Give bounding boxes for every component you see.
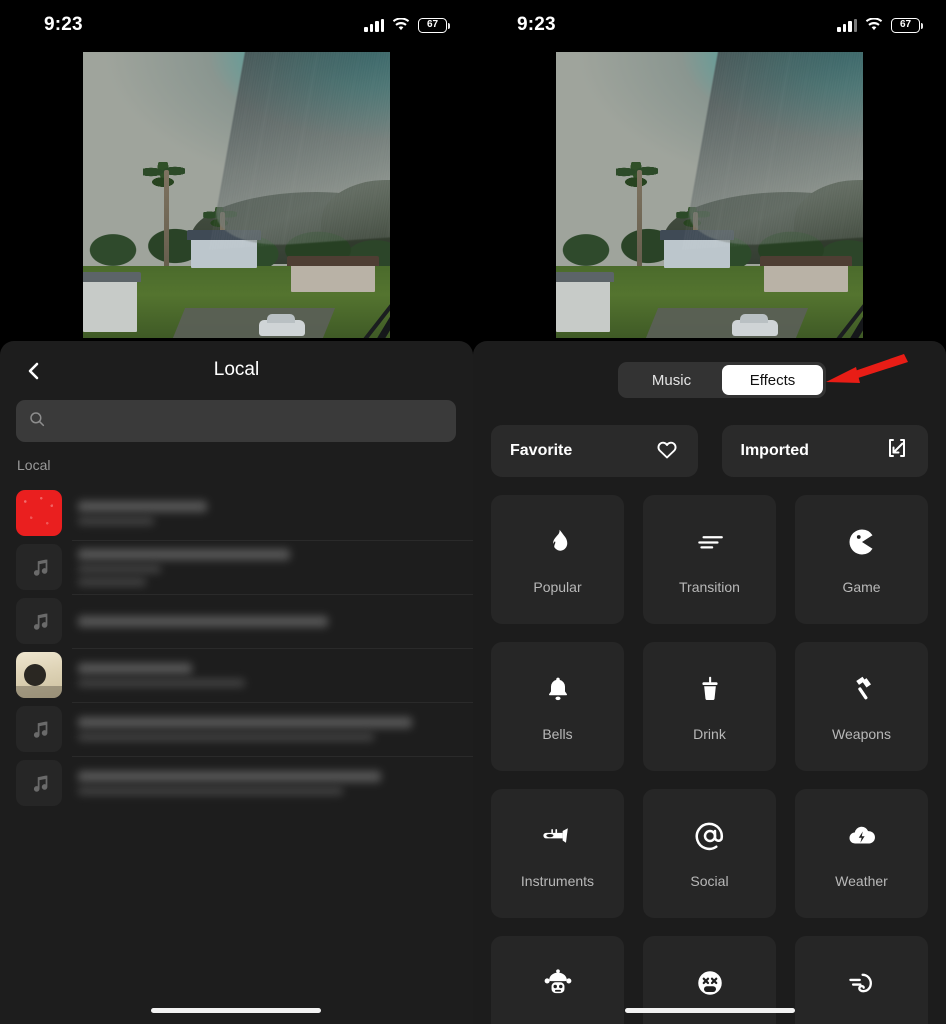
category-bells[interactable]: Bells xyxy=(491,642,624,771)
wifi-icon xyxy=(865,17,883,32)
category-label: Weather xyxy=(835,872,888,889)
cup-icon xyxy=(693,672,727,706)
music-note-icon xyxy=(16,706,62,752)
search-input[interactable] xyxy=(55,412,444,430)
tab-music[interactable]: Music xyxy=(621,365,722,395)
motion-lines-icon xyxy=(693,525,727,559)
category-popular[interactable]: Popular xyxy=(491,495,624,624)
tab-effects[interactable]: Effects xyxy=(722,365,823,395)
battery-icon: 67 xyxy=(891,17,923,33)
music-note-icon xyxy=(16,544,62,590)
category-label: Social xyxy=(690,872,729,889)
cloud-lightning-icon xyxy=(845,819,879,853)
home-indicator xyxy=(151,1008,321,1013)
cellular-signal-icon xyxy=(837,18,857,32)
at-sign-icon xyxy=(693,819,727,853)
category-label: Game xyxy=(842,578,881,595)
music-note-icon xyxy=(16,760,62,806)
category-weapons[interactable]: Weapons xyxy=(795,642,928,771)
heart-icon xyxy=(655,437,679,466)
effects-sheet: Music Effects Favorite Imported Popular … xyxy=(473,341,946,1024)
battery-icon: 67 xyxy=(418,17,450,33)
category-drink[interactable]: Drink xyxy=(643,642,776,771)
track-text-redacted xyxy=(78,548,457,586)
track-thumbnail xyxy=(16,652,62,698)
trumpet-icon xyxy=(541,819,575,853)
dizzy-face-icon xyxy=(693,966,727,1000)
status-bar: 9:23 67 xyxy=(0,0,473,50)
preview-wiper xyxy=(286,216,390,338)
status-bar-time: 9:23 xyxy=(517,14,556,35)
category-label: Popular xyxy=(533,578,582,595)
status-bar-time: 9:23 xyxy=(44,14,83,35)
imported-label: Imported xyxy=(740,442,809,459)
list-item[interactable] xyxy=(0,702,473,756)
category-jester[interactable] xyxy=(491,936,624,1024)
category-label: Instruments xyxy=(520,872,595,889)
preview-house xyxy=(556,272,614,332)
quick-access-row: Favorite Imported xyxy=(491,425,928,477)
audio-type-segmented-control: Music Effects xyxy=(618,362,826,398)
wifi-icon xyxy=(392,17,410,32)
track-text-redacted xyxy=(78,663,457,687)
section-label-local: Local xyxy=(17,457,51,473)
list-item[interactable] xyxy=(0,594,473,648)
track-text-redacted xyxy=(78,501,457,525)
category-instruments[interactable]: Instruments xyxy=(491,789,624,918)
home-indicator xyxy=(625,1008,795,1013)
status-bar-icons: 67 xyxy=(364,17,450,33)
category-game[interactable]: Game xyxy=(795,495,928,624)
category-wind-puff[interactable] xyxy=(795,936,928,1024)
page-title: Local xyxy=(213,359,260,380)
effects-category-grid: Popular Transition Game Bells Drink Weap… xyxy=(491,495,928,1024)
left-screen: 9:23 67 Local Local xyxy=(0,0,473,1024)
list-item[interactable] xyxy=(0,486,473,540)
wind-puff-icon xyxy=(845,966,879,1000)
track-thumbnail xyxy=(16,490,62,536)
category-transition[interactable]: Transition xyxy=(643,495,776,624)
favorite-button[interactable]: Favorite xyxy=(491,425,698,477)
category-label: Weapons xyxy=(832,725,891,742)
list-item[interactable] xyxy=(0,756,473,810)
hammer-icon xyxy=(845,672,879,706)
status-bar-icons: 67 xyxy=(837,17,923,33)
track-text-redacted xyxy=(78,771,457,795)
right-screen: 9:23 67 Music Effects Favorite Imported … xyxy=(473,0,946,1024)
sheet-header: Local xyxy=(0,341,473,403)
bell-icon xyxy=(541,672,575,706)
list-item[interactable] xyxy=(0,648,473,702)
favorite-label: Favorite xyxy=(510,442,573,459)
imported-button[interactable]: Imported xyxy=(721,425,928,477)
video-preview[interactable] xyxy=(83,52,390,338)
video-preview[interactable] xyxy=(556,52,863,338)
battery-level: 67 xyxy=(899,19,912,30)
preview-wiper xyxy=(759,216,863,338)
category-label: Transition xyxy=(679,578,740,595)
import-icon xyxy=(885,437,909,466)
track-text-redacted xyxy=(78,717,457,741)
cellular-signal-icon xyxy=(364,18,384,32)
search-bar[interactable] xyxy=(16,400,456,442)
search-icon xyxy=(28,410,46,433)
flame-icon xyxy=(541,525,575,559)
category-social[interactable]: Social xyxy=(643,789,776,918)
track-list xyxy=(0,486,473,810)
battery-level: 67 xyxy=(426,19,439,30)
category-weather[interactable]: Weather xyxy=(795,789,928,918)
category-label: Bells xyxy=(542,725,573,742)
list-item[interactable] xyxy=(0,540,473,594)
category-label: Drink xyxy=(693,725,726,742)
jester-face-icon xyxy=(541,966,575,1000)
track-text-redacted xyxy=(78,615,457,627)
status-bar: 9:23 67 xyxy=(473,0,946,50)
preview-house xyxy=(83,272,141,332)
music-note-icon xyxy=(16,598,62,644)
pacman-icon xyxy=(845,525,879,559)
screenshot-root: 9:23 67 Local Local 9:23 67 Music Effect… xyxy=(0,0,946,1024)
